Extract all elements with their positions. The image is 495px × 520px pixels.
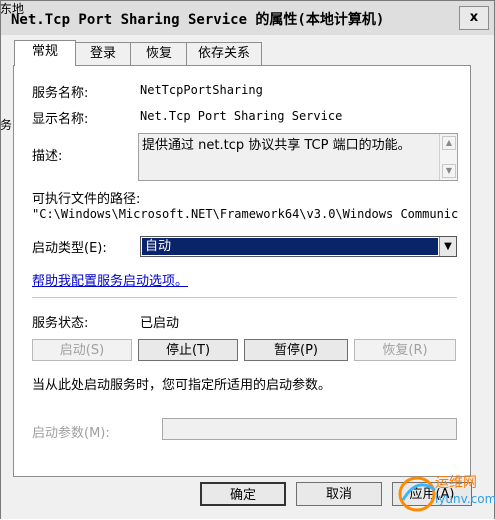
exe-path-label: 可执行文件的路径: <box>32 192 141 207</box>
startup-type-label: 启动类型(E): <box>32 241 107 256</box>
tab-logon[interactable]: 登录 <box>74 42 132 65</box>
tab-general[interactable]: 常规 <box>14 40 76 66</box>
scroll-up-icon[interactable]: ▲ <box>442 136 456 150</box>
background-fragment-top: 东地 <box>0 2 25 16</box>
display-name-value: Net.Tcp Port Sharing Service <box>140 109 343 123</box>
startup-type-select[interactable]: 自动 ▼ <box>140 236 457 257</box>
display-name-label: 显示名称: <box>32 112 89 127</box>
description-box[interactable]: 提供通过 net.tcp 协议共享 TCP 端口的功能。 ▲ ▼ <box>138 133 458 181</box>
title-bar[interactable]: Net.Tcp Port Sharing Service 的属性(本地计算机) … <box>1 1 494 35</box>
status-label: 服务状态: <box>32 316 89 331</box>
start-params-label: 启动参数(M): <box>32 426 110 441</box>
startup-type-value: 自动 <box>142 238 438 255</box>
tab-recovery[interactable]: 恢复 <box>130 42 188 65</box>
tab-dependencies[interactable]: 依存关系 <box>186 42 262 65</box>
start-button[interactable]: 启动(S) <box>32 339 132 361</box>
description-scrollbar[interactable]: ▲ ▼ <box>439 134 457 180</box>
ok-button[interactable]: 确定 <box>200 482 286 506</box>
description-label: 描述: <box>32 149 63 164</box>
watermark-logo: 运维网 iyunv.com <box>395 470 495 516</box>
chevron-down-icon[interactable]: ▼ <box>439 237 456 256</box>
scroll-down-icon[interactable]: ▼ <box>442 164 456 178</box>
stop-button[interactable]: 停止(T) <box>138 339 238 361</box>
close-icon: x <box>469 10 479 25</box>
pause-button[interactable]: 暂停(P) <box>244 339 348 361</box>
cancel-button[interactable]: 取消 <box>296 482 382 506</box>
status-value: 已启动 <box>140 316 180 331</box>
watermark-line2: iyunv.com <box>435 492 495 506</box>
divider <box>32 297 457 298</box>
description-text: 提供通过 net.tcp 协议共享 TCP 端口的功能。 <box>142 138 411 153</box>
background-fragment-mid: 务 <box>0 118 13 132</box>
watermark-line1: 运维网 <box>435 475 477 491</box>
service-name-value: NetTcpPortSharing <box>140 83 263 97</box>
window-title: Net.Tcp Port Sharing Service 的属性(本地计算机) <box>11 12 385 28</box>
close-button[interactable]: x <box>459 6 489 30</box>
start-params-input[interactable] <box>162 418 457 440</box>
start-hint: 当从此处启动服务时，您可指定所适用的启动参数。 <box>32 378 332 393</box>
exe-path-value[interactable]: "C:\Windows\Microsoft.NET\Framework64\v3… <box>32 207 458 225</box>
resume-button[interactable]: 恢复(R) <box>354 339 456 361</box>
service-name-label: 服务名称: <box>32 86 89 101</box>
help-link[interactable]: 帮助我配置服务启动选项。 <box>32 270 188 289</box>
